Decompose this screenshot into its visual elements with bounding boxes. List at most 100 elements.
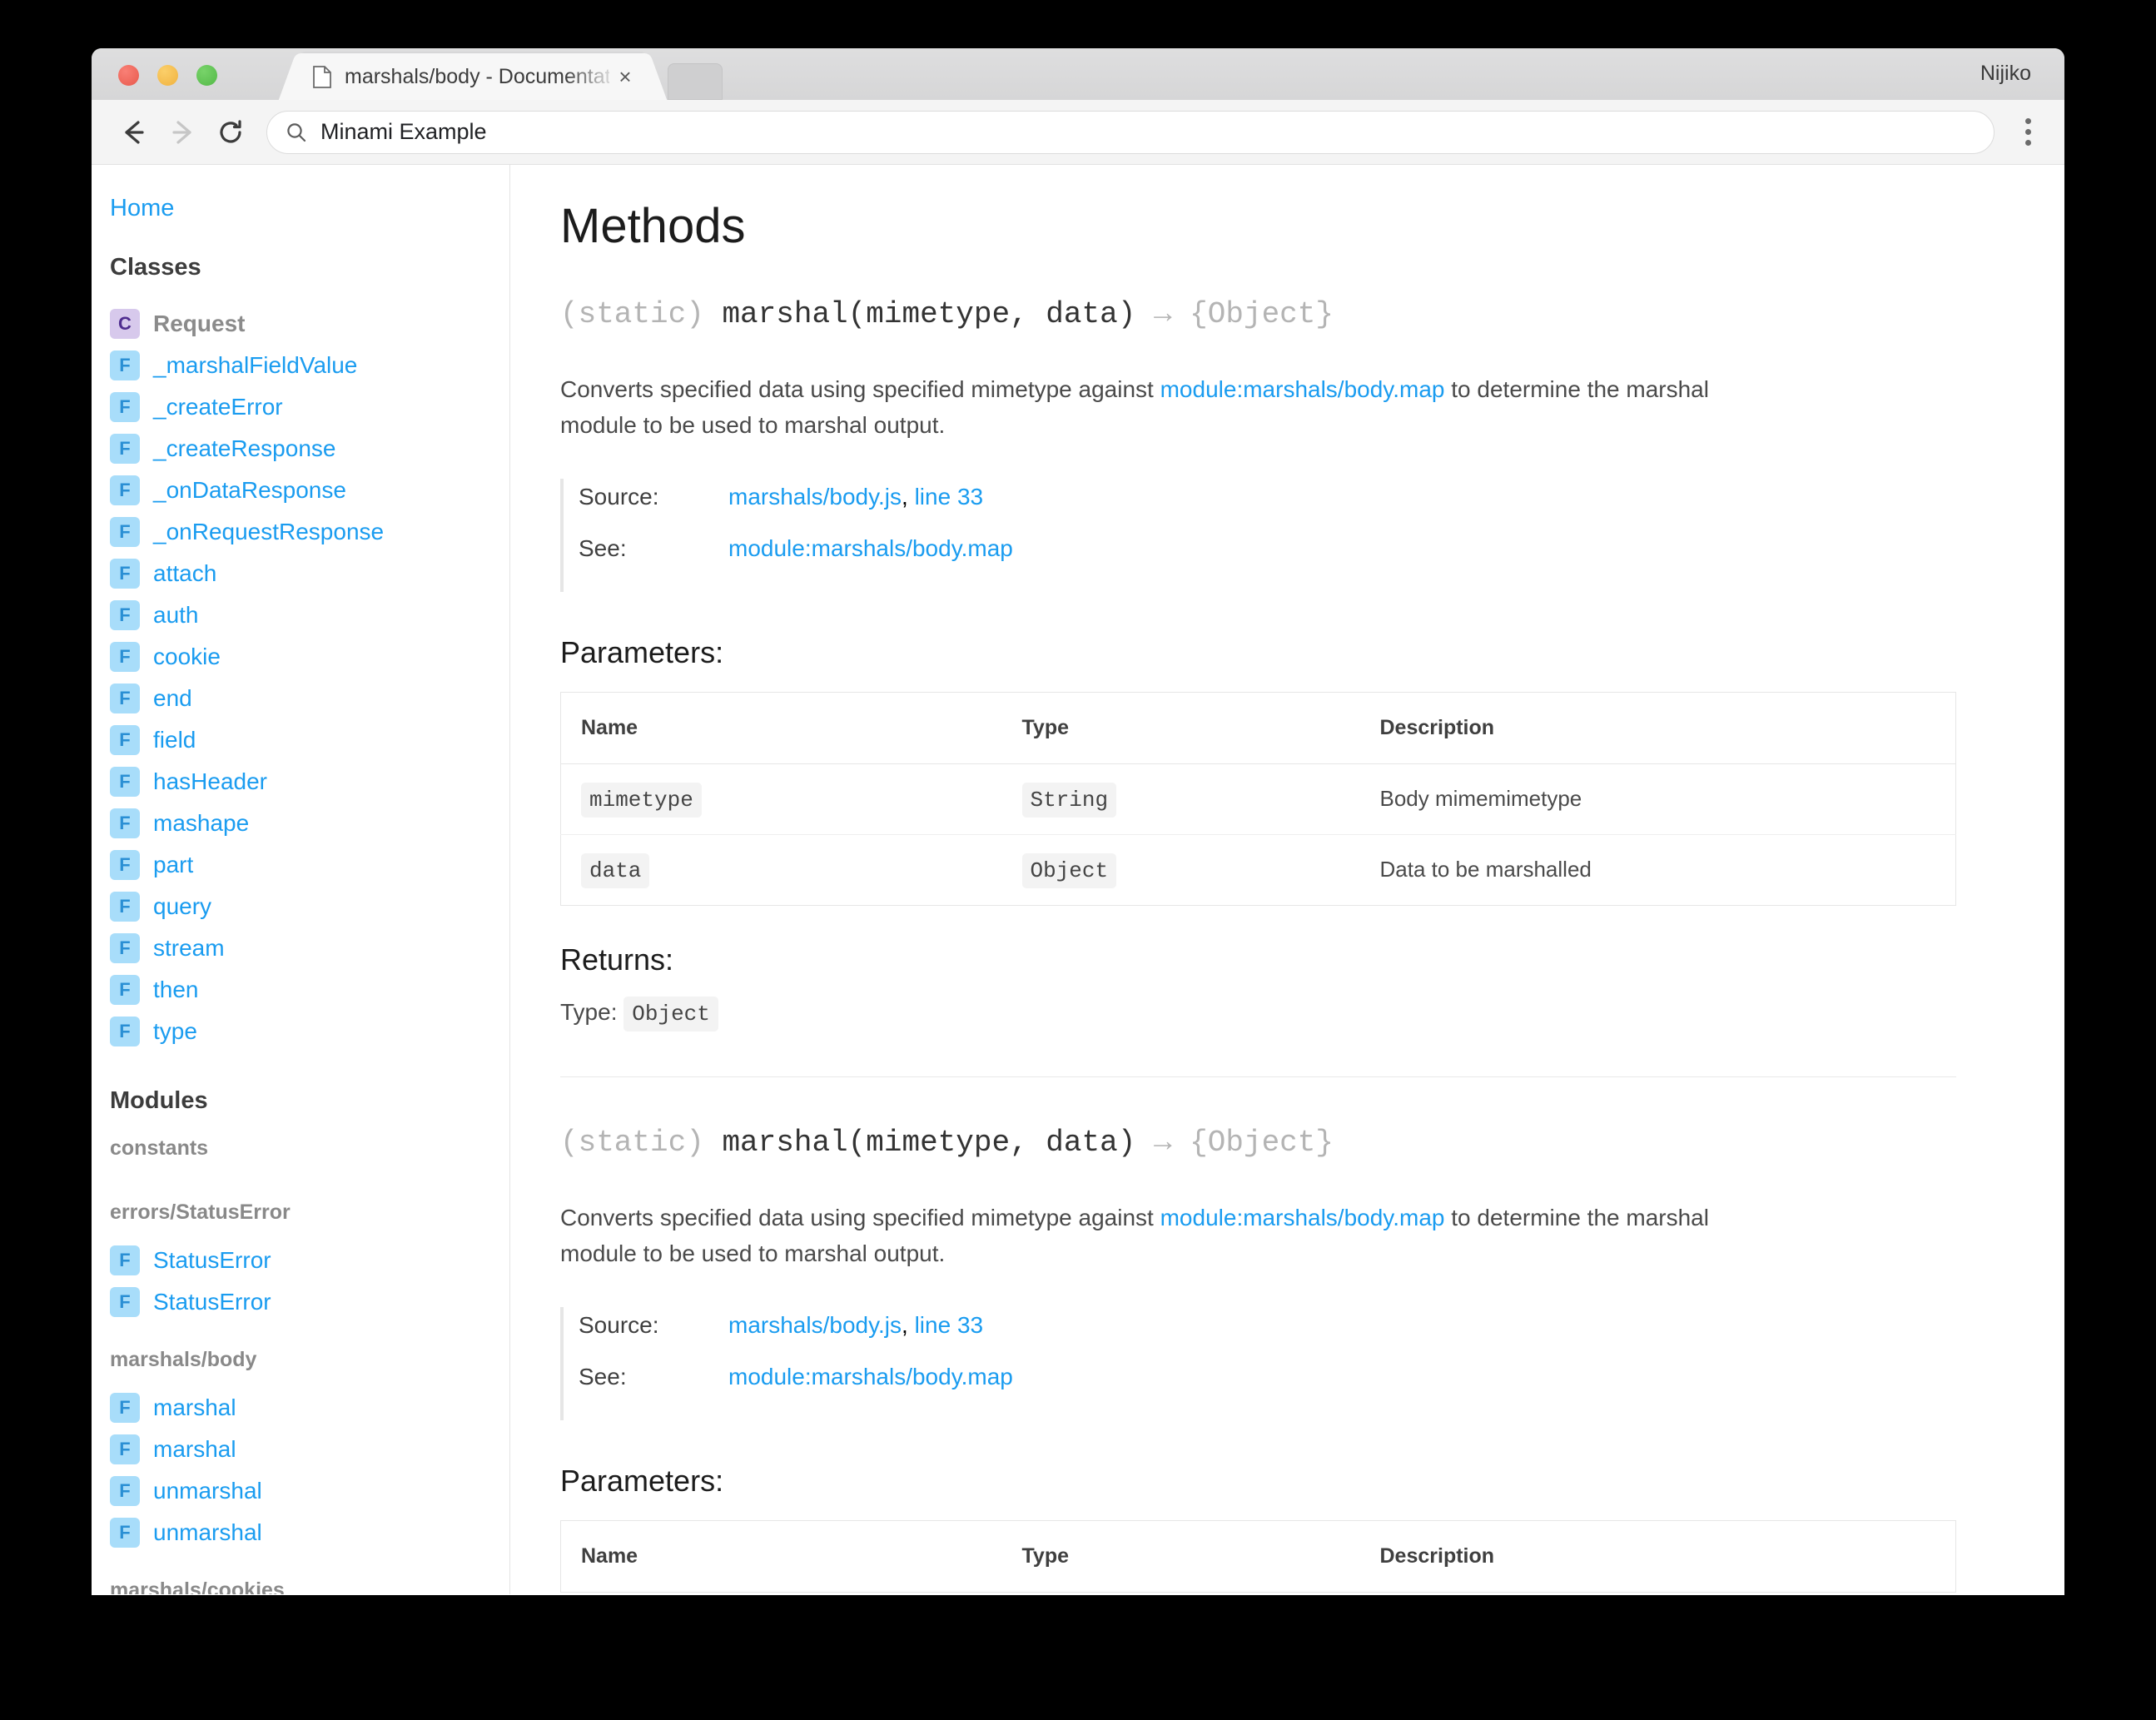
column-header-name: Name (560, 1520, 1002, 1593)
signature-name: marshal(mimetype, data) (722, 297, 1136, 331)
sidebar-item-label: attach (153, 560, 217, 586)
function-badge-icon: F (110, 808, 140, 838)
sidebar-item-then[interactable]: F then (110, 969, 509, 1011)
sidebar-item-marshal[interactable]: F marshal (110, 1387, 509, 1429)
profile-name[interactable]: Nijiko (1980, 62, 2031, 86)
close-icon[interactable]: × (614, 66, 636, 87)
see-value: module:marshals/body.map (728, 535, 1013, 562)
function-badge-icon: F (110, 1287, 140, 1317)
address-bar[interactable]: Minami Example (266, 110, 1995, 154)
browser-tab-active[interactable]: marshals/body - Documentatio × (298, 53, 648, 100)
description-link[interactable]: module:marshals/body.map (1160, 376, 1445, 402)
function-badge-icon: F (110, 1434, 140, 1464)
source-line-link[interactable]: line 33 (915, 1312, 984, 1338)
sidebar-navigation[interactable]: Home Classes C Request F _marshalFieldVa… (92, 165, 510, 1594)
source-separator: , (902, 483, 915, 510)
sidebar-item-unmarshal[interactable]: F unmarshal (110, 1470, 509, 1512)
function-badge-icon: F (110, 892, 140, 922)
sidebar-module-marshals-cookies[interactable]: marshals/cookies (110, 1578, 509, 1594)
main-content: Methods (static) marshal(mimetype, data)… (510, 165, 2064, 1594)
method-signature: (static) marshal(mimetype, data) → {Obje… (560, 297, 1956, 331)
sidebar-item-mashape[interactable]: F mashape (110, 803, 509, 844)
sidebar-item-label: query (153, 893, 212, 919)
sidebar-item-ondataresponse[interactable]: F _onDataResponse (110, 470, 509, 511)
sidebar-item-unmarshal[interactable]: F unmarshal (110, 1512, 509, 1553)
function-badge-icon: F (110, 392, 140, 422)
sidebar-module-constants[interactable]: constants (110, 1136, 509, 1161)
reload-button[interactable] (206, 108, 255, 157)
sidebar-item-end[interactable]: F end (110, 678, 509, 719)
source-file-link[interactable]: marshals/body.js (728, 1312, 902, 1338)
sidebar-item-attach[interactable]: F attach (110, 553, 509, 594)
column-header-name: Name (560, 692, 1002, 764)
sidebar-item-label: unmarshal (153, 1519, 262, 1545)
sidebar-item-label: Request (153, 311, 246, 336)
address-bar-value[interactable]: Minami Example (320, 119, 487, 145)
sidebar-item-hasheader[interactable]: F hasHeader (110, 761, 509, 803)
function-badge-icon: F (110, 1476, 140, 1506)
sidebar-item-marshal[interactable]: F marshal (110, 1429, 509, 1470)
function-badge-icon: F (110, 1518, 140, 1548)
sidebar-item-onrequestresponse[interactable]: F _onRequestResponse (110, 511, 509, 553)
tab-title: marshals/body - Documentatio (345, 65, 609, 88)
function-badge-icon: F (110, 600, 140, 630)
source-file-link[interactable]: marshals/body.js (728, 484, 902, 510)
cell-param-name: data (561, 834, 1002, 905)
arrow-left-icon (125, 120, 144, 144)
column-header-type: Type (1001, 692, 1360, 764)
sidebar-item-label: StatusError (153, 1289, 271, 1315)
sidebar-item-cookie[interactable]: F cookie (110, 636, 509, 678)
function-badge-icon: F (110, 559, 140, 589)
see-value: module:marshals/body.map (728, 1364, 1013, 1390)
sidebar-module-marshals-body[interactable]: marshals/body (110, 1348, 509, 1372)
returns-type-label: Type: (560, 998, 618, 1025)
forward-button[interactable] (158, 108, 206, 157)
sidebar-item-statuserror[interactable]: F StatusError (110, 1240, 509, 1281)
sidebar-module-errors-statuserror[interactable]: errors/StatusError (110, 1201, 509, 1225)
close-window-button[interactable] (118, 65, 139, 86)
see-link[interactable]: module:marshals/body.map (728, 1364, 1013, 1389)
sidebar-item-label: part (153, 852, 194, 877)
parameters-table: Name Type Description mimetype String Bo… (560, 691, 1956, 906)
new-tab-button[interactable] (668, 63, 723, 100)
three-dots-icon[interactable] (2009, 108, 2046, 157)
sidebar-item-statuserror[interactable]: F StatusError (110, 1281, 509, 1323)
function-badge-icon: F (110, 1245, 140, 1275)
sidebar-item-query[interactable]: F query (110, 886, 509, 927)
sidebar-item-createerror[interactable]: F _createError (110, 386, 509, 428)
returns-type-code: Object (623, 996, 718, 1032)
description-text-before: Converts specified data using specified … (560, 376, 1160, 402)
see-link[interactable]: module:marshals/body.map (728, 535, 1013, 561)
section-divider (560, 1076, 1956, 1077)
sidebar-item-stream[interactable]: F stream (110, 927, 509, 969)
sidebar-item-marshalfieldvalue[interactable]: F _marshalFieldValue (110, 345, 509, 386)
sidebar-item-type[interactable]: F type (110, 1011, 509, 1052)
minimize-window-button[interactable] (157, 65, 178, 86)
signature-return-type: {Object} (1190, 1125, 1334, 1160)
sidebar-item-label: field (153, 727, 196, 753)
function-badge-icon: F (110, 975, 140, 1005)
window-controls (118, 65, 217, 86)
source-line-link[interactable]: line 33 (915, 484, 984, 510)
sidebar-item-createresponse[interactable]: F _createResponse (110, 428, 509, 470)
sidebar-item-label: _marshalFieldValue (153, 352, 358, 378)
sidebar-item-home[interactable]: Home (110, 195, 509, 222)
sidebar-item-field[interactable]: F field (110, 719, 509, 761)
sidebar-item-label: stream (153, 935, 225, 961)
back-button[interactable] (110, 108, 158, 157)
cell-param-type: Object (1002, 834, 1360, 905)
sidebar-item-auth[interactable]: F auth (110, 594, 509, 636)
table-row: mimetype String Body mimemimetype (560, 763, 1956, 835)
table-row: data Object Data to be marshalled (561, 834, 1956, 905)
cell-param-name: mimetype (560, 763, 1002, 835)
sidebar-item-part[interactable]: F part (110, 844, 509, 886)
sidebar-item-request[interactable]: C Request (110, 303, 509, 345)
sidebar-item-label: hasHeader (153, 768, 267, 794)
description-link[interactable]: module:marshals/body.map (1160, 1205, 1445, 1230)
signature-return-type: {Object} (1190, 297, 1334, 331)
see-label: See: (579, 534, 627, 561)
sidebar-item-label: marshal (153, 1436, 236, 1462)
maximize-window-button[interactable] (196, 65, 217, 86)
see-row: See: module:marshals/body.map (579, 535, 1956, 587)
